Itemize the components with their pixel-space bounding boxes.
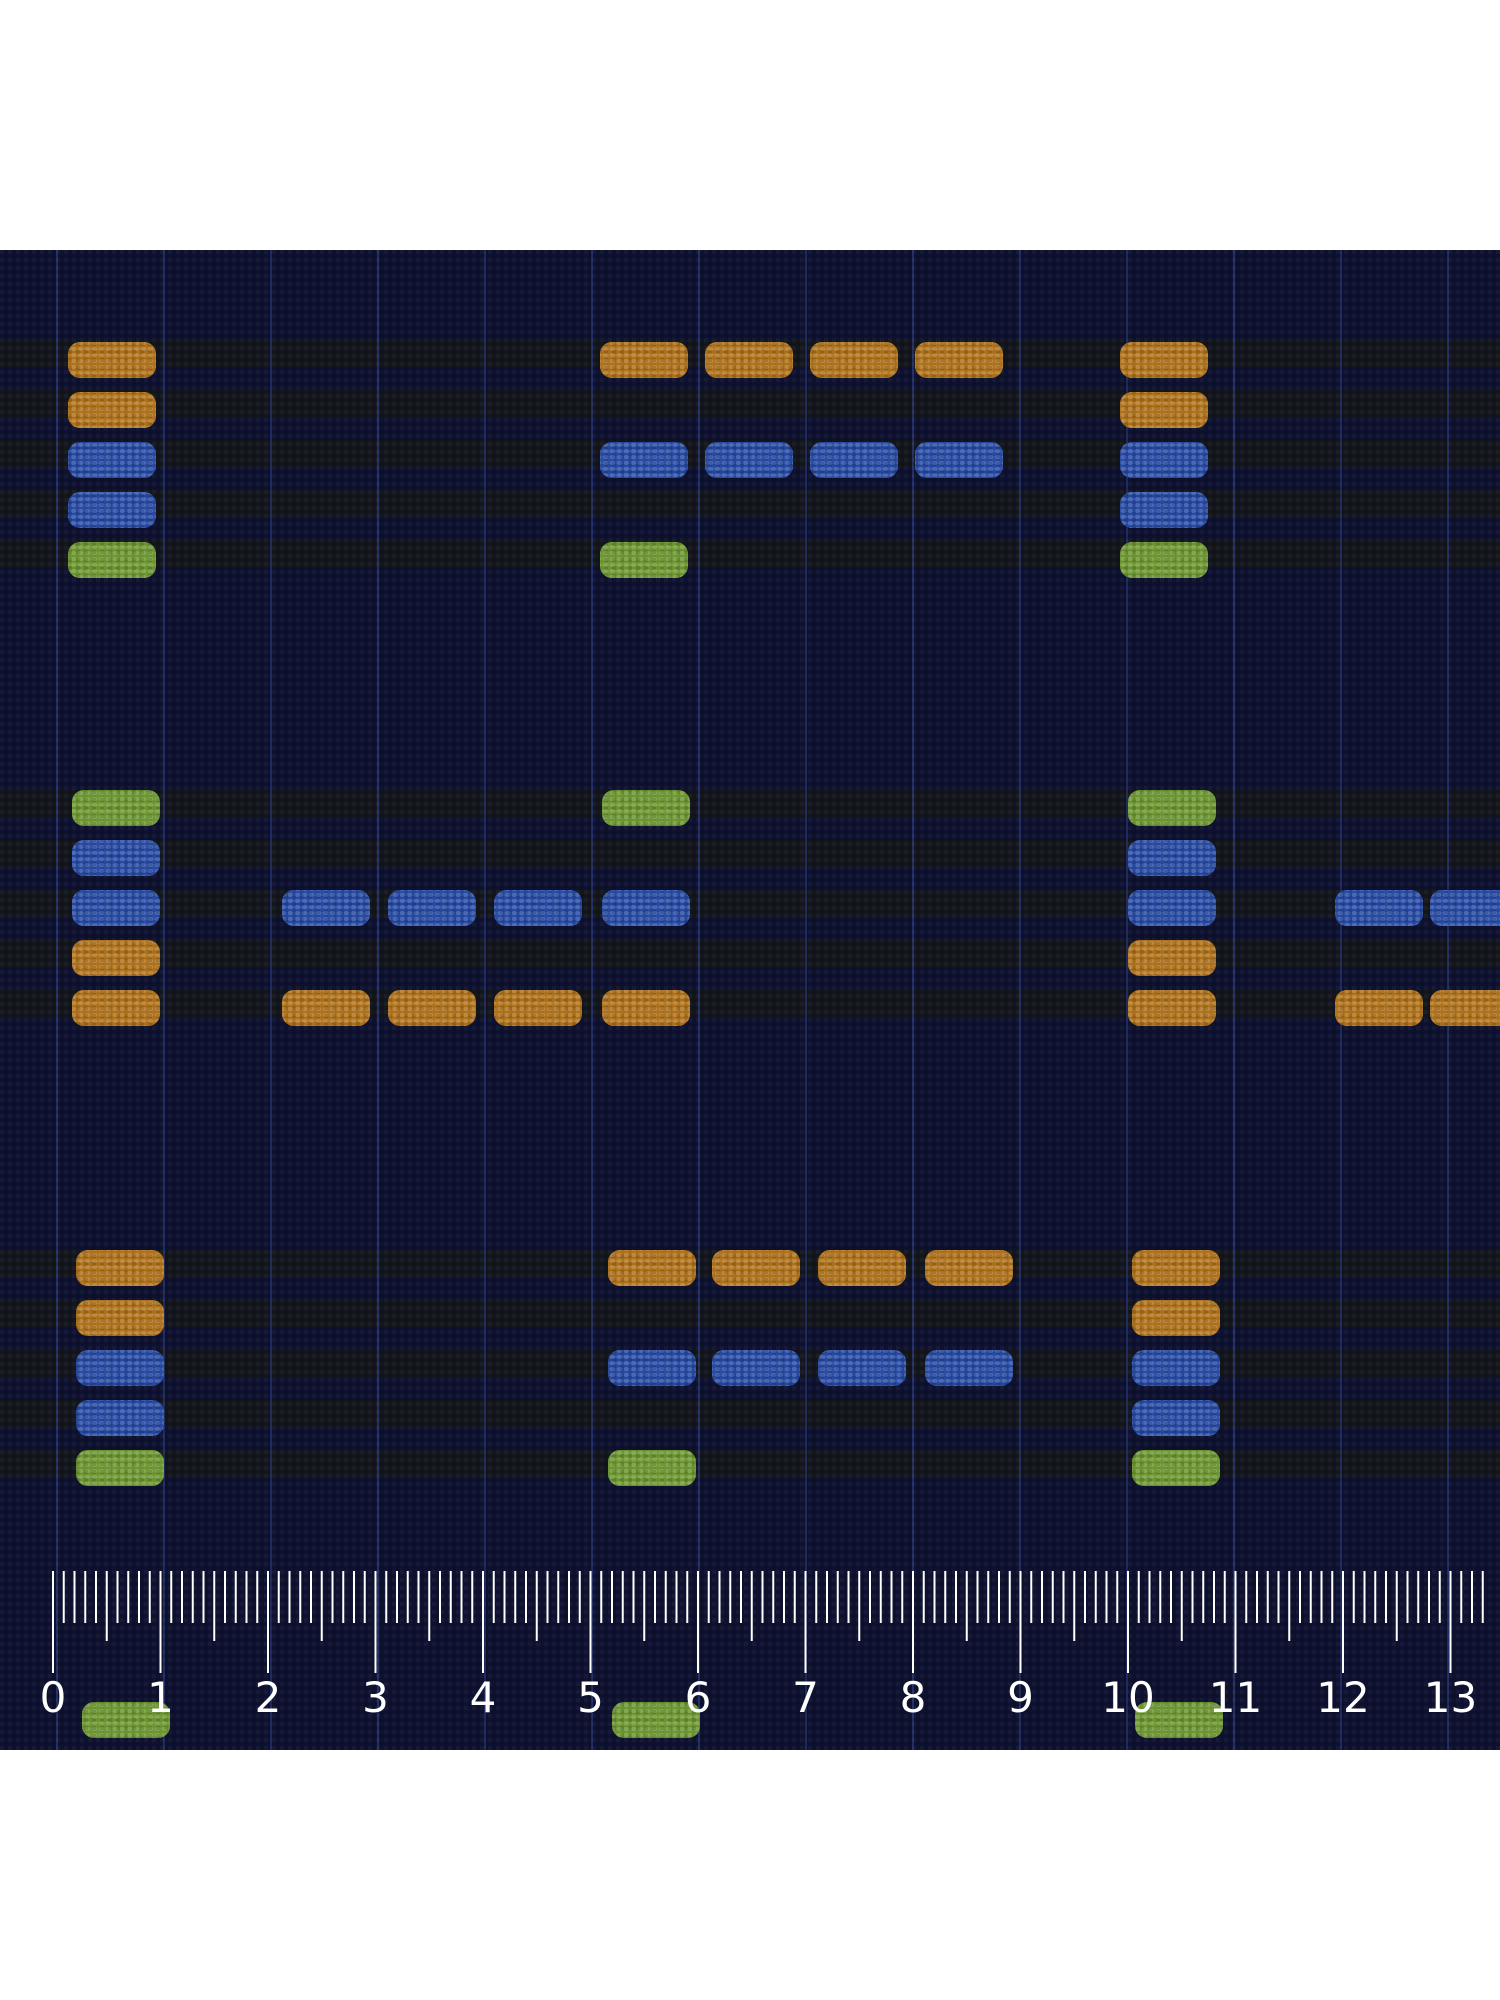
ruler-label-4: 4 xyxy=(469,1673,497,1722)
ruler-label-1: 1 xyxy=(147,1673,174,1722)
ruler-label-0: 0 xyxy=(39,1673,67,1722)
ruler-label-13: 13 xyxy=(1423,1673,1478,1722)
ruler-label-5: 5 xyxy=(577,1673,604,1722)
ruler-label-8: 8 xyxy=(899,1673,927,1722)
ruler-label-10: 10 xyxy=(1101,1673,1155,1722)
ruler-ticks xyxy=(52,1571,1484,1673)
fabric-photo xyxy=(0,250,1500,1750)
ruler-label-7: 7 xyxy=(792,1673,819,1722)
ruler-label-11: 11 xyxy=(1208,1673,1263,1722)
ruler-label-12: 12 xyxy=(1316,1673,1370,1722)
ruler-label-3: 3 xyxy=(362,1673,389,1722)
ruler-label-9: 9 xyxy=(1007,1673,1034,1722)
fabric-pattern xyxy=(0,250,1500,1750)
measuring-ruler: 0 1 2 3 4 5 6 7 8 9 10 11 12 13 xyxy=(0,1565,1500,1750)
ruler-label-2: 2 xyxy=(254,1673,282,1722)
ruler-label-6: 6 xyxy=(684,1673,712,1722)
